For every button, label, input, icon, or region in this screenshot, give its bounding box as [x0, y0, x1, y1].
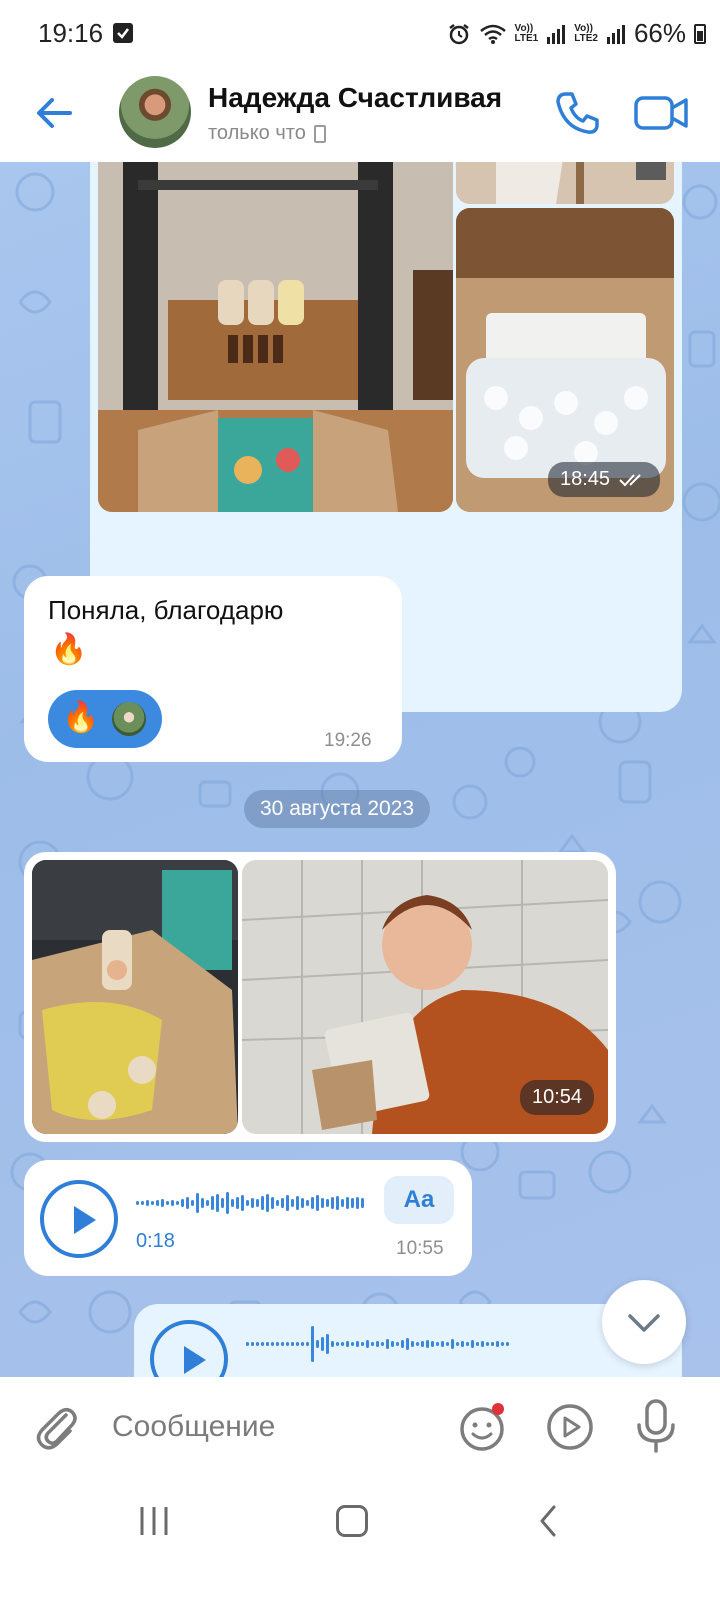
video-call-button[interactable] [632, 88, 692, 138]
voice-waveform[interactable] [246, 1324, 566, 1364]
incoming-text-message[interactable]: Поняла, благодарю 🔥 🔥 19:26 [24, 576, 402, 762]
message-time: 10:55 [396, 1238, 444, 1259]
battery-icon [694, 23, 706, 44]
voice-duration: 0:18 [136, 1230, 175, 1252]
reaction-avatar [112, 702, 146, 736]
emoji-button[interactable] [458, 1401, 510, 1453]
attach-button[interactable] [32, 1401, 80, 1453]
message-input[interactable] [112, 1407, 432, 1447]
phone-icon [556, 92, 599, 134]
contact-name[interactable]: Надежда Счастливая [208, 82, 502, 114]
video-camera-icon [634, 96, 688, 130]
last-seen-text: только что [208, 122, 306, 144]
system-back-button[interactable] [536, 1503, 560, 1539]
home-button[interactable] [336, 1505, 368, 1537]
voice-waveform[interactable] [136, 1188, 366, 1218]
message-time: 19:26 [324, 730, 372, 751]
back-button[interactable] [30, 88, 80, 138]
contact-avatar[interactable] [119, 76, 191, 148]
recent-apps-icon [140, 1507, 168, 1535]
chevron-left-icon [540, 1505, 556, 1537]
battery-percent: 66% [633, 18, 686, 48]
signal-icon-2 [606, 24, 625, 44]
wifi-icon [479, 24, 506, 44]
voice-record-button[interactable] [634, 1397, 678, 1455]
message-emoji: 🔥 [50, 633, 88, 666]
alarm-icon [448, 23, 469, 44]
play-circle-icon [547, 1404, 593, 1450]
network-label-1: Vo)) LTE1 [514, 22, 539, 44]
system-navigation-bar [0, 1477, 720, 1600]
microphone-icon [637, 1399, 675, 1453]
emoji-icon [460, 1403, 504, 1451]
photo-content [32, 860, 238, 1134]
network-label-2: Vo)) LTE2 [574, 22, 598, 44]
scroll-to-bottom-button[interactable] [602, 1280, 686, 1364]
paperclip-icon [36, 1408, 77, 1450]
notification-icon [113, 23, 133, 43]
play-voice-button[interactable] [150, 1320, 228, 1377]
recent-apps-button[interactable] [137, 1505, 171, 1537]
play-voice-button[interactable] [40, 1180, 118, 1258]
double-check-icon [619, 473, 641, 486]
photo-time-badge: 18:45 [548, 462, 661, 497]
status-time: 19:16 [38, 18, 104, 48]
photo-box-in-car[interactable] [32, 860, 238, 1134]
round-video-button[interactable] [544, 1401, 596, 1453]
message-time: 18:45 [560, 468, 611, 490]
transcribe-button[interactable]: Aa [384, 1176, 454, 1224]
message-text: Поняла, благодарю [48, 595, 284, 625]
date-separator: 30 августа 2023 [244, 790, 431, 828]
photo-content [98, 162, 453, 512]
status-bar: 19:16 Vo)) LTE1 Vo)) LTE2 66% [0, 0, 720, 66]
chevron-down-icon [628, 1314, 660, 1332]
message-input-bar [0, 1377, 720, 1477]
photo-press-with-book[interactable] [98, 162, 453, 512]
reaction-chip[interactable]: 🔥 [48, 690, 162, 748]
status-icons: Vo)) LTE1 Vo)) LTE2 66% [447, 18, 706, 49]
contact-status: только что [208, 122, 326, 145]
incoming-voice-message: 0:18 Aa 10:55 [24, 1160, 472, 1276]
photo-time-badge: 10:54 [520, 1080, 595, 1115]
message-time: 10:54 [532, 1086, 583, 1108]
mobile-device-icon [313, 124, 326, 143]
arrow-left-icon [37, 98, 72, 128]
chat-area[interactable]: 18:45 Поняла, благодарю 🔥 🔥 19:26 30 авг… [0, 162, 720, 1377]
reaction-emoji: 🔥 [62, 701, 100, 734]
photo-content [456, 162, 674, 204]
chat-header: Надежда Счастливая только что [0, 66, 720, 162]
call-button[interactable] [552, 88, 602, 138]
signal-icon-1 [547, 24, 566, 44]
outgoing-voice-message [134, 1304, 682, 1377]
incoming-photo-message: 10:54 [24, 852, 616, 1142]
photo-box-top[interactable] [456, 162, 674, 204]
